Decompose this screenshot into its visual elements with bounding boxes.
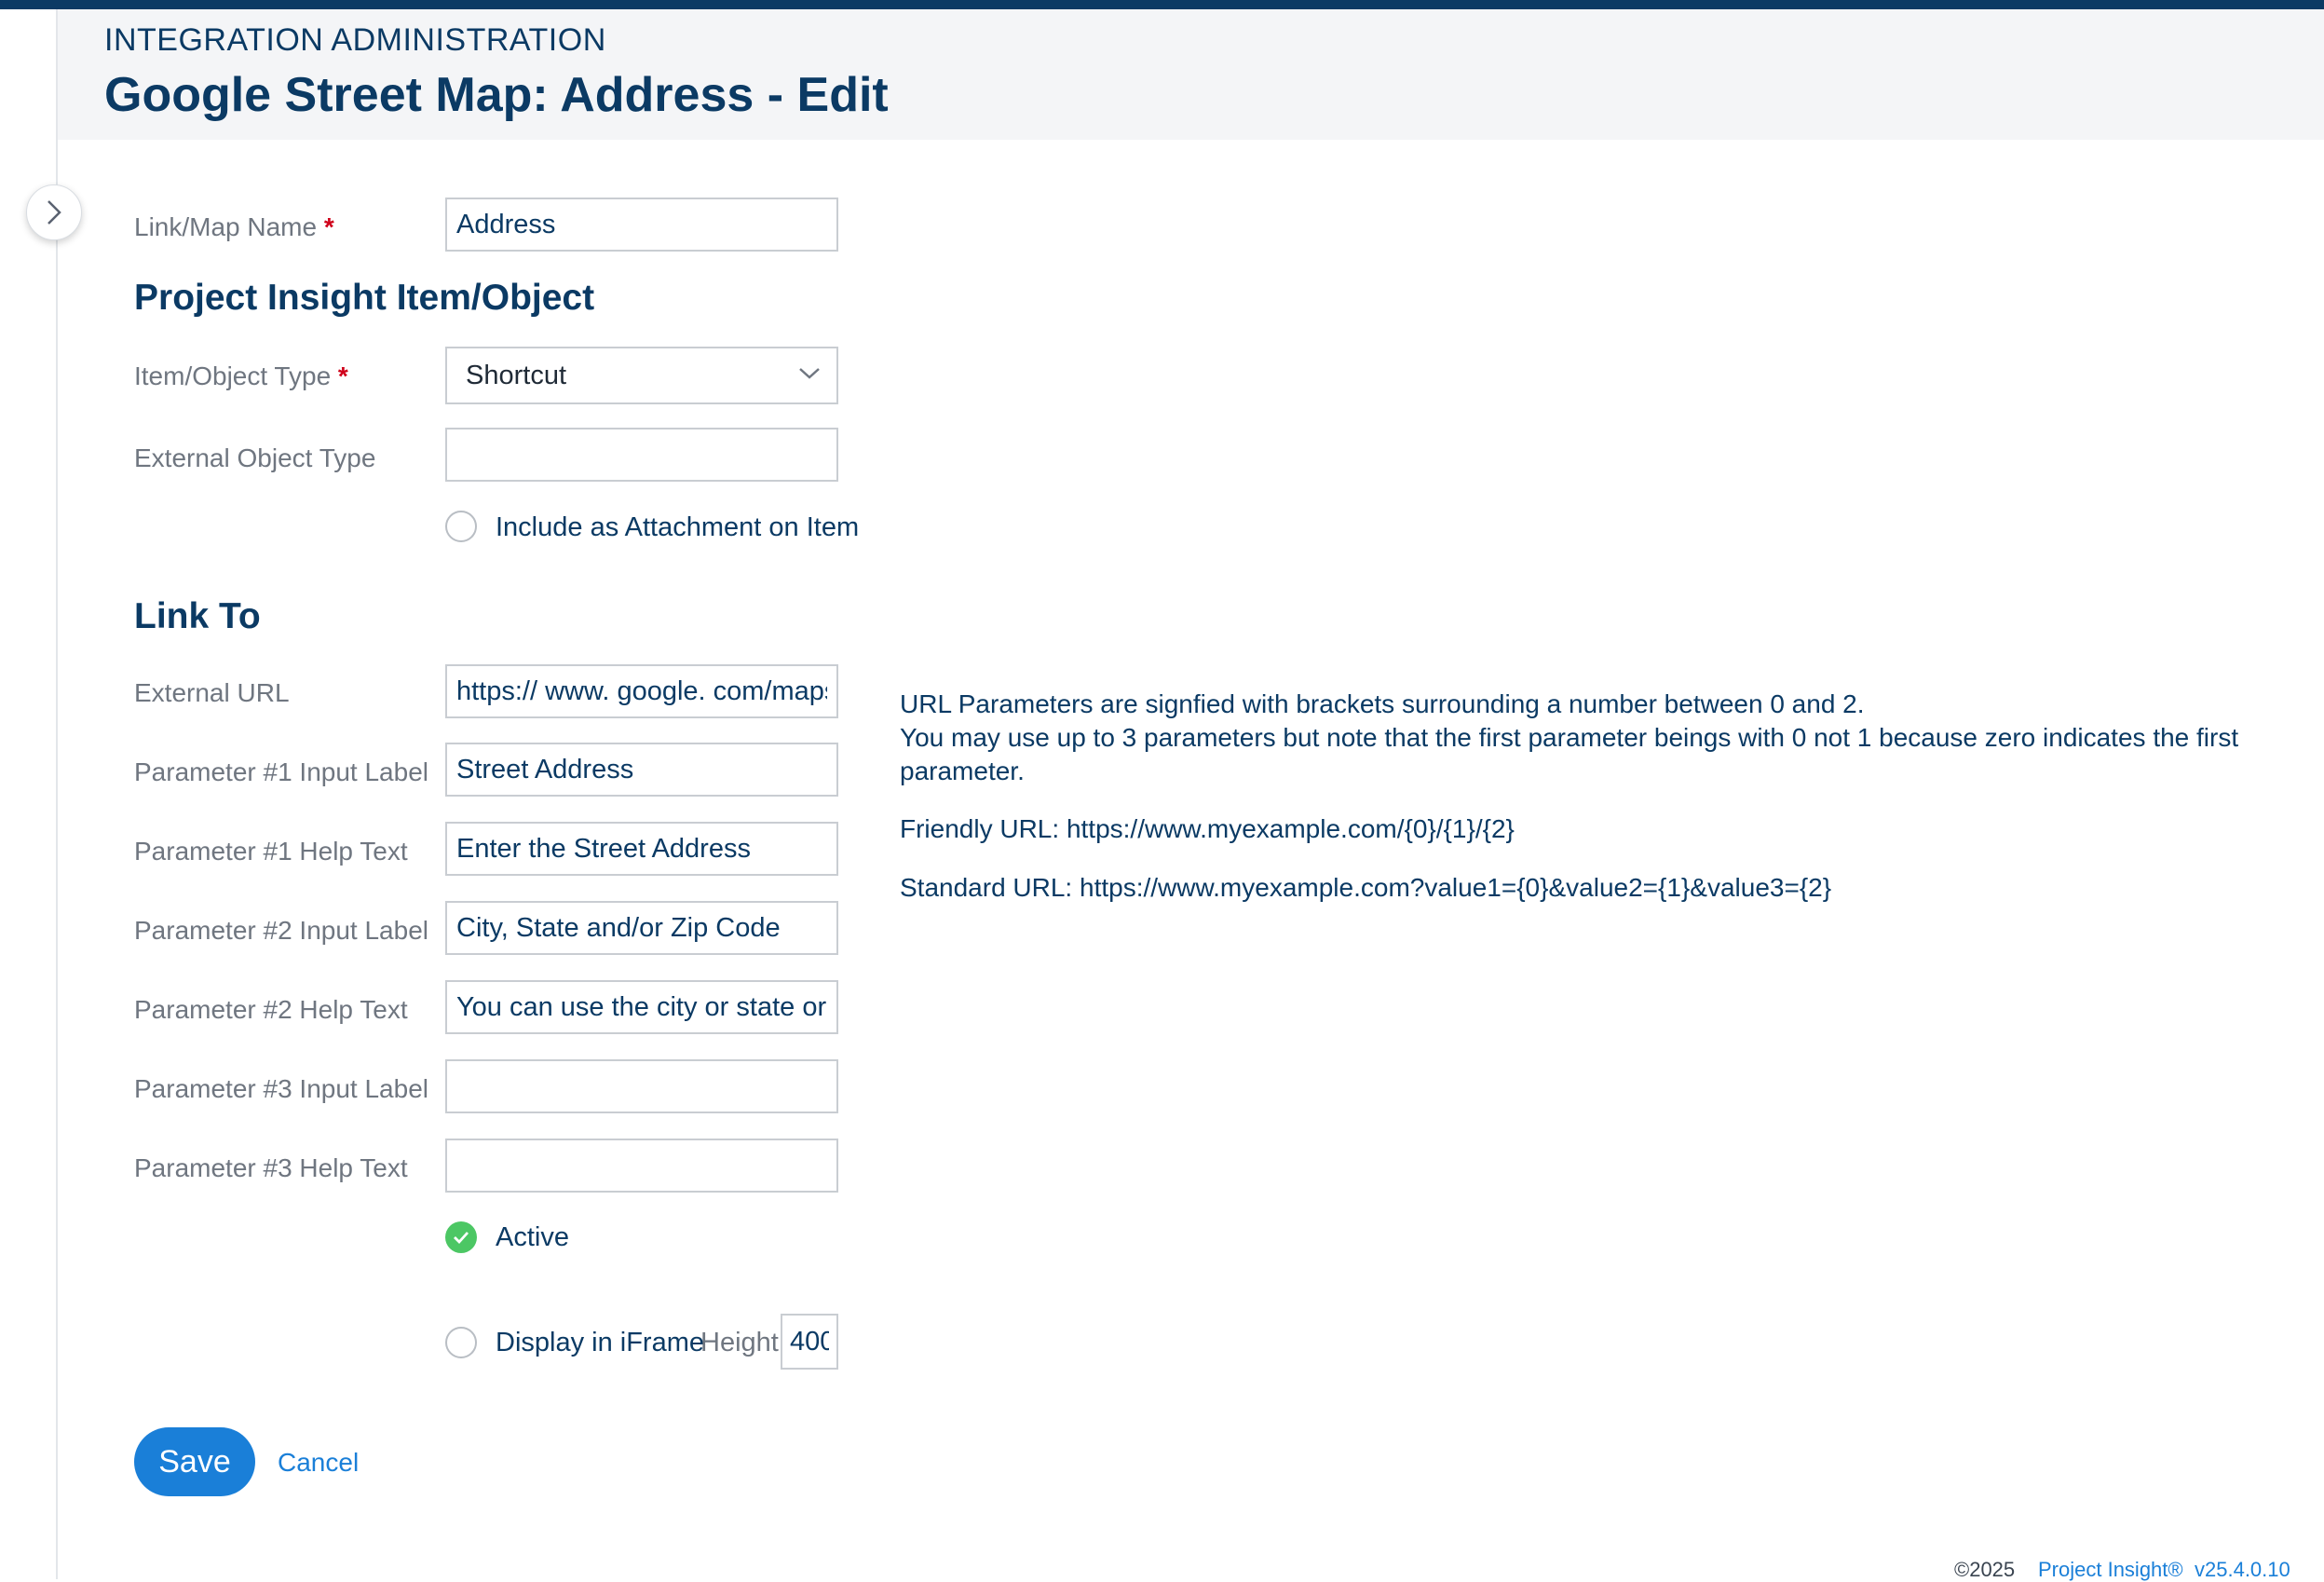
display-iframe-radio[interactable] [445,1327,477,1358]
url-parameters-help: URL Parameters are signfied with bracket… [900,688,2269,788]
param1-input-label-label: Parameter #1 Input Label [134,757,428,786]
footer-version: v25.4.0.10 [2195,1558,2290,1581]
top-accent-bar [0,0,2324,9]
breadcrumb: INTEGRATION ADMINISTRATION [104,22,606,58]
param2-help-text-input[interactable] [445,980,838,1034]
param3-input-label-label: Parameter #3 Input Label [134,1074,428,1103]
iframe-height-label: Height [700,1328,779,1357]
footer-copyright: ©2025 [1954,1558,2016,1581]
active-label: Active [496,1222,569,1252]
save-button[interactable]: Save [134,1427,255,1496]
standard-url-example: Standard URL: https://www.myexample.com?… [900,873,1832,902]
chevron-right-icon [48,200,61,225]
check-icon [454,1232,469,1245]
select-value: Shortcut [466,360,566,390]
friendly-url-example: Friendly URL: https://www.myexample.com/… [900,814,1515,843]
param1-input-label-input[interactable] [445,743,838,797]
left-rail [0,9,58,1579]
param3-help-text-label: Parameter #3 Help Text [134,1153,408,1182]
external-object-type-input[interactable] [445,428,838,482]
active-checkbox[interactable] [445,1221,477,1253]
param3-input-label-input[interactable] [445,1059,838,1113]
external-url-label: External URL [134,678,290,707]
page-header: INTEGRATION ADMINISTRATION Google Street… [58,9,2324,140]
help-line-2: You may use up to 3 parameters but note … [900,723,2239,785]
param1-help-text-input[interactable] [445,822,838,876]
external-url-input[interactable] [445,664,838,718]
link-map-name-input[interactable] [445,198,838,252]
item-object-type-select[interactable]: Shortcut [445,347,838,404]
param2-help-text-label: Parameter #2 Help Text [134,995,408,1024]
cancel-link[interactable]: Cancel [278,1448,359,1478]
iframe-height-input[interactable] [781,1314,838,1370]
include-attachment-label: Include as Attachment on Item [496,512,860,542]
page-title: Google Street Map: Address - Edit [104,68,889,122]
item-object-type-label: Item/Object Type * [134,361,348,390]
sidebar-toggle-button[interactable] [26,184,82,240]
required-mark: * [323,212,334,241]
display-iframe-label: Display in iFrame [496,1328,704,1357]
link-map-name-label: Link/Map Name * [134,212,334,241]
param2-input-label-label: Parameter #2 Input Label [134,916,428,945]
section-heading-item-object: Project Insight Item/Object [134,278,595,318]
footer-brand-link[interactable]: Project Insight® [2038,1558,2183,1582]
external-object-type-label: External Object Type [134,443,376,472]
param1-help-text-label: Parameter #1 Help Text [134,837,408,866]
param2-input-label-input[interactable] [445,901,838,955]
include-attachment-radio[interactable] [445,511,477,542]
param3-help-text-input[interactable] [445,1139,838,1193]
section-heading-link-to: Link To [134,596,261,636]
required-mark: * [337,361,348,390]
help-line-1: URL Parameters are signfied with bracket… [900,689,1865,718]
chevron-down-icon [799,368,820,379]
